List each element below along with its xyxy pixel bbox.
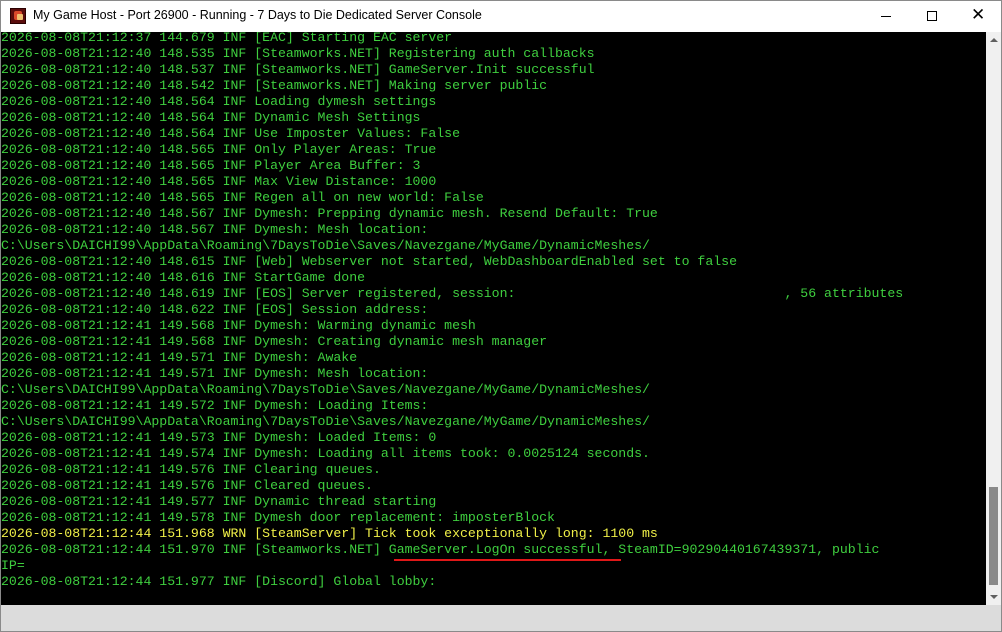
console-line: 2026-08-08T21:12:41 149.568 INF Dymesh: …	[1, 334, 548, 349]
console-line: 2026-08-08T21:12:41 149.571 INF Dymesh: …	[1, 366, 429, 381]
console-line: 2026-08-08T21:12:41 149.568 INF Dymesh: …	[1, 318, 476, 333]
console-line: 2026-08-08T21:12:40 148.567 INF Dymesh: …	[1, 206, 658, 221]
console-line: 2026-08-08T21:12:40 148.564 INF Use Impo…	[1, 126, 460, 141]
console-line: C:\Users\DAICHI99\AppData\Roaming\7DaysT…	[1, 238, 650, 253]
console-line: 2026-08-08T21:12:40 148.615 INF [Web] We…	[1, 254, 737, 269]
console-line: 2026-08-08T21:12:41 149.576 INF Clearing…	[1, 462, 381, 477]
close-button[interactable]: ✕	[955, 1, 1001, 32]
maximize-icon	[927, 11, 937, 21]
console-line: 2026-08-08T21:12:40 148.542 INF [Steamwo…	[1, 78, 548, 93]
minimize-icon	[881, 16, 891, 17]
console-line: 2026-08-08T21:12:41 149.573 INF Dymesh: …	[1, 430, 437, 445]
console-line: 2026-08-08T21:12:41 149.577 INF Dynamic …	[1, 494, 437, 509]
close-icon: ✕	[971, 5, 986, 25]
console-line: 2026-08-08T21:12:41 149.576 INF Cleared …	[1, 478, 373, 493]
console-line: C:\Users\DAICHI99\AppData\Roaming\7DaysT…	[1, 382, 650, 397]
console-line: 2026-08-08T21:12:40 148.616 INF StartGam…	[1, 270, 366, 285]
console-line: 2026-08-08T21:12:40 148.564 INF Dynamic …	[1, 110, 421, 125]
console-line: 2026-08-08T21:12:41 149.578 INF Dymesh d…	[1, 510, 555, 525]
server-console-window: My Game Host - Port 26900 - Running - 7 …	[0, 0, 1002, 632]
console-line-warning: 2026-08-08T21:12:44 151.968 WRN [SteamSe…	[1, 526, 658, 541]
console-line: IP=	[1, 558, 25, 573]
minimize-button[interactable]	[863, 1, 909, 32]
console-line: 2026-08-08T21:12:44 151.977 INF [Discord…	[1, 574, 437, 589]
console-line: 2026-08-08T21:12:41 149.571 INF Dymesh: …	[1, 350, 358, 365]
console-bottom-bar	[1, 605, 1001, 631]
console-line: 2026-08-08T21:12:40 148.565 INF Regen al…	[1, 190, 484, 205]
console-line: 2026-08-08T21:12:40 148.565 INF Player A…	[1, 158, 421, 173]
console-line: 2026-08-08T21:12:40 148.565 INF Only Pla…	[1, 142, 437, 157]
console-line: 2026-08-08T21:12:40 148.564 INF Loading …	[1, 94, 437, 109]
logon-successful-underline	[394, 559, 621, 561]
console-line: 2026-08-08T21:12:37 144.679 INF [EAC] St…	[1, 32, 453, 45]
vertical-scrollbar[interactable]	[986, 32, 1001, 605]
console-line: 2026-08-08T21:12:40 148.537 INF [Steamwo…	[1, 62, 595, 77]
console-line: 2026-08-08T21:12:40 148.619 INF [EOS] Se…	[1, 286, 904, 301]
console-output[interactable]: 2026-08-08T21:12:37 144.679 INF [EAC] St…	[1, 32, 986, 605]
console-line: 2026-08-08T21:12:40 148.565 INF Max View…	[1, 174, 437, 189]
scroll-up-arrow-icon[interactable]	[986, 32, 1001, 48]
window-title: My Game Host - Port 26900 - Running - 7 …	[33, 8, 482, 22]
console-line: C:\Users\DAICHI99\AppData\Roaming\7DaysT…	[1, 414, 650, 429]
console-line: 2026-08-08T21:12:40 148.567 INF Dymesh: …	[1, 222, 429, 237]
console-line: 2026-08-08T21:12:44 151.970 INF [Steamwo…	[1, 542, 880, 557]
scrollbar-thumb[interactable]	[989, 487, 998, 585]
console-line: 2026-08-08T21:12:41 149.574 INF Dymesh: …	[1, 446, 650, 461]
maximize-button[interactable]	[909, 1, 955, 32]
7-days-to-die-app-icon[interactable]	[10, 8, 26, 24]
console-line: 2026-08-08T21:12:40 148.622 INF [EOS] Se…	[1, 302, 429, 317]
scroll-down-arrow-icon[interactable]	[986, 589, 1001, 605]
console-line: 2026-08-08T21:12:41 149.572 INF Dymesh: …	[1, 398, 429, 413]
console-line: 2026-08-08T21:12:40 148.535 INF [Steamwo…	[1, 46, 595, 61]
title-bar[interactable]: My Game Host - Port 26900 - Running - 7 …	[1, 1, 1001, 32]
